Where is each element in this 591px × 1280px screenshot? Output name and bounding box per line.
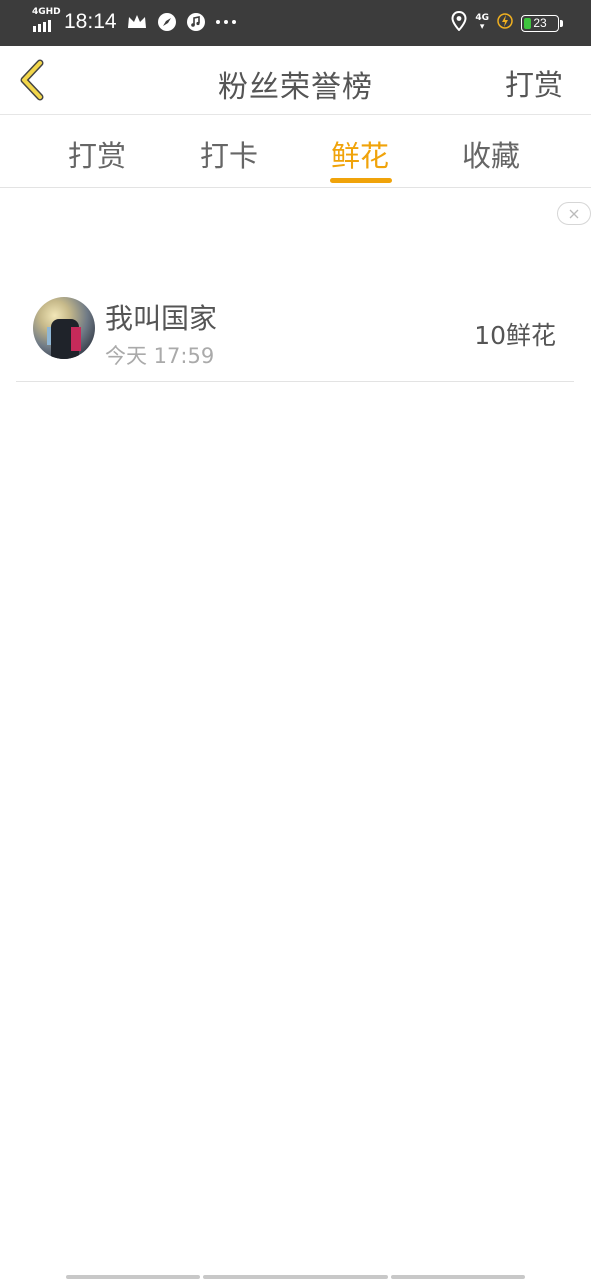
compass-icon <box>157 12 177 32</box>
status-bar: 4GHD 18:14 4G ▾ 23 <box>0 0 591 46</box>
tab-favorites[interactable]: 收藏 <box>462 133 520 175</box>
signal-icon: 4GHD <box>32 7 61 34</box>
charging-icon <box>497 13 513 33</box>
status-right: 4G ▾ 23 <box>451 10 563 35</box>
music-icon <box>186 12 206 32</box>
page-title: 粉丝荣誉榜 <box>218 70 373 105</box>
avatar[interactable] <box>33 297 95 359</box>
home-indicator <box>203 1275 388 1279</box>
home-indicator <box>66 1275 200 1279</box>
tab-reward[interactable]: 打赏 <box>68 133 126 175</box>
nav-bar: 粉丝荣誉榜 打赏 <box>0 46 591 115</box>
more-icon <box>215 19 237 25</box>
tab-checkin[interactable]: 打卡 <box>200 133 258 175</box>
user-name: 我叫国家 <box>105 302 218 335</box>
reward-button[interactable]: 打赏 <box>505 62 563 104</box>
close-button[interactable] <box>557 202 591 225</box>
network-4g: 4G ▾ <box>475 13 489 32</box>
battery-icon: 23 <box>521 14 563 32</box>
user-time: 今天 17:59 <box>105 344 215 368</box>
tab-bar: 打赏 打卡 鲜花 收藏 <box>0 115 591 188</box>
list-item[interactable]: 我叫国家 今天 17:59 10鲜花 <box>16 285 574 382</box>
active-tab-indicator <box>330 178 392 183</box>
location-icon <box>451 10 467 35</box>
flower-count: 10鲜花 <box>474 321 556 350</box>
status-time: 18:14 <box>64 10 117 33</box>
home-indicator <box>391 1275 525 1279</box>
crown-icon <box>126 13 148 31</box>
close-icon <box>569 209 579 218</box>
status-left: 4GHD 18:14 <box>32 7 237 34</box>
tab-flowers[interactable]: 鲜花 <box>331 133 389 175</box>
